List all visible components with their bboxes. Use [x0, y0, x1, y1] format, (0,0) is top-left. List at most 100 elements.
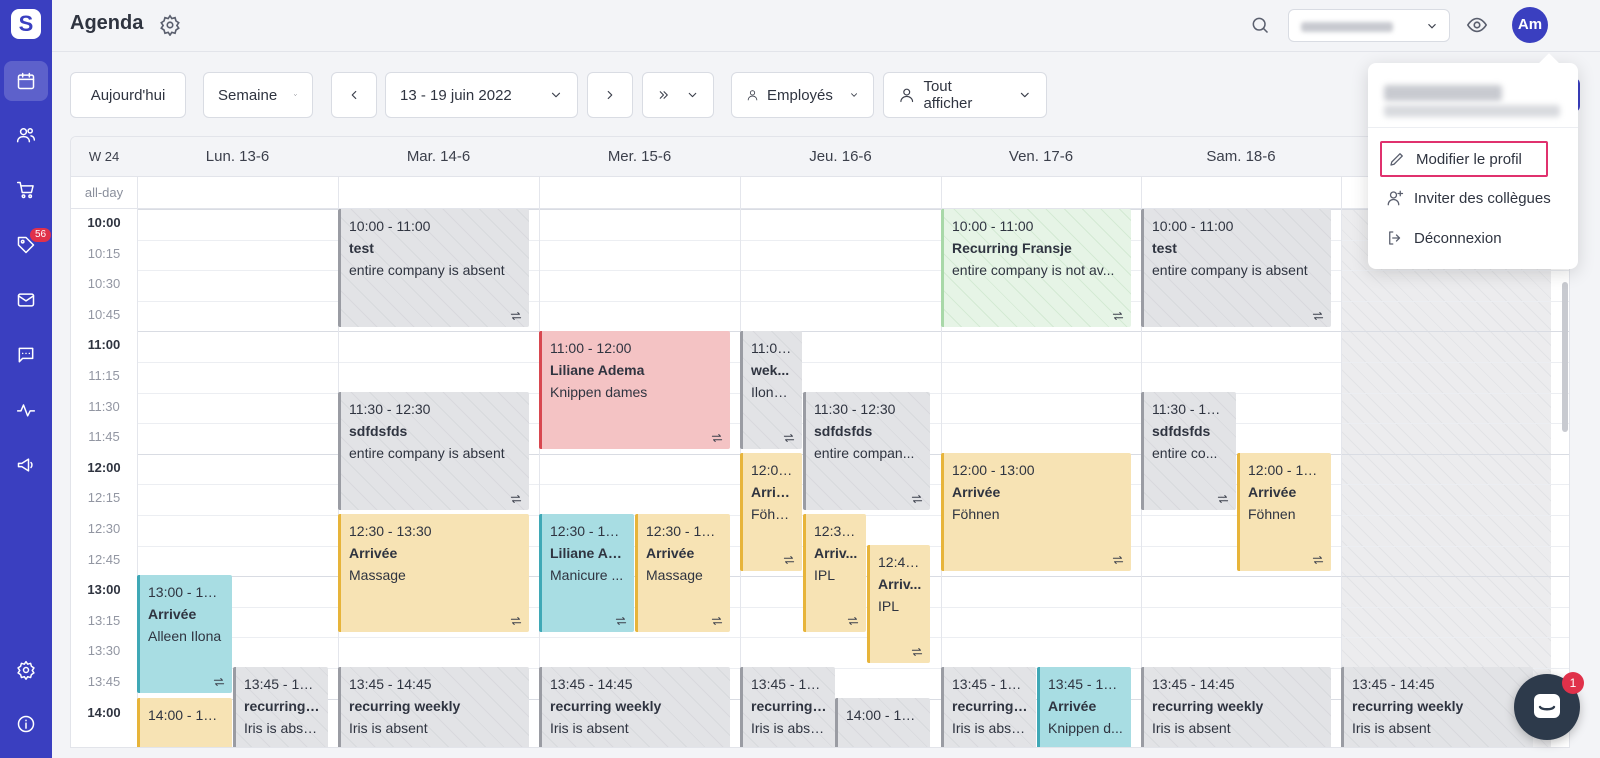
chevron-down-icon — [1021, 92, 1030, 98]
edit-profile-item[interactable]: Modifier le profil — [1380, 141, 1548, 177]
event-title: recurring weekly — [550, 698, 662, 714]
day-header-fri[interactable]: Ven. 17-6 — [941, 137, 1141, 177]
show-filter[interactable]: Tout afficher — [883, 72, 1047, 118]
view-select[interactable]: Semaine — [203, 72, 313, 118]
support-chat-button[interactable]: 1 — [1514, 672, 1584, 740]
calendar-scrollbar[interactable] — [1562, 282, 1568, 432]
event-title: recurring weekly — [1352, 698, 1464, 714]
event-time: 12:30 - 13:30 — [349, 523, 432, 539]
calendar-event[interactable]: 13:45 - 14:45 recurring ... Iris is abse… — [941, 667, 1036, 747]
event-description: Ilona ... — [751, 384, 794, 400]
sidebar-item-mail[interactable] — [4, 280, 48, 320]
pencil-icon — [1390, 153, 1403, 166]
day-header-tue[interactable]: Mar. 14-6 — [338, 137, 539, 177]
logout-item[interactable]: Déconnexion — [1380, 220, 1552, 256]
sidebar-item-promotions[interactable]: 56 — [4, 225, 52, 265]
event-time: 11:30 - 12:30 — [814, 401, 896, 417]
calendar-event[interactable]: 13:45 - 14:45 recurring weekly Iris is a… — [1341, 667, 1533, 747]
next-week-button[interactable] — [587, 72, 633, 118]
calendar-event[interactable]: 12:00... Arriv... Föhnen — [740, 453, 802, 571]
calendar-event[interactable]: 12:45... Arriv... IPL — [867, 545, 930, 663]
calendar-event[interactable]: 13:45 - 14:45 recurring weekly Iris is a… — [539, 667, 730, 747]
agenda-settings-icon[interactable] — [159, 14, 181, 37]
calendar-event[interactable]: 11:30 - 12:30 sdfdsfds entire company is… — [338, 392, 529, 510]
time-label: 11:30 — [88, 398, 120, 414]
calendar-event[interactable]: 12:30 - 13:30 Liliane Ad... Manicure ... — [539, 514, 634, 632]
employees-filter[interactable]: Employés — [731, 72, 874, 118]
calendar-event[interactable]: 13:45 - 14:45 recurring ... Iris is abse… — [740, 667, 835, 747]
date-range-label: 13 - 19 juin 2022 — [400, 86, 512, 104]
event-title: test — [1152, 240, 1177, 256]
event-title: sdfdsfds — [349, 423, 408, 439]
calendar-event[interactable]: 14:00 - 15:00 — [137, 698, 232, 747]
calendar-event[interactable]: 11:30 - 12:30 sdfdsfds entire compan... — [803, 392, 930, 510]
sidebar-item-marketing[interactable] — [4, 445, 48, 485]
event-title: recurring ... — [952, 698, 1028, 714]
calendar-event[interactable]: 10:00 - 11:00 Recurring Fransje entire c… — [941, 209, 1131, 327]
time-label: 10:45 — [87, 306, 121, 322]
calendar-event[interactable]: 14:00 - 15:00 — [835, 698, 930, 747]
calendar-event[interactable]: 12:00 - 13:00 Arrivée Föhnen — [1237, 453, 1331, 571]
profile-user-name — [1384, 85, 1502, 101]
profile-menu: Modifier le profil Inviter des collègues… — [1368, 63, 1578, 269]
calendar-event[interactable]: 11:00 ... wek... Ilona ... — [740, 331, 802, 449]
event-title: recurring ... — [244, 698, 320, 714]
eye-icon[interactable] — [1466, 14, 1488, 36]
calendar-event[interactable]: 12:30 - 13:30 Arrivée Massage — [338, 514, 529, 632]
calendar-event[interactable]: 13:45 - 14:45 recurring weekly Iris is a… — [1141, 667, 1331, 747]
employees-filter-label: Employés — [767, 86, 833, 104]
sidebar-item-info[interactable] — [4, 704, 48, 744]
event-time: 13:45 - 14:45 — [952, 676, 1028, 692]
users-icon — [16, 127, 36, 143]
calendar-event[interactable]: 13:45 - 14:45 Arrivée Knippen d... — [1037, 667, 1131, 747]
event-time: 11:30 - 12:30 — [1152, 401, 1228, 417]
time-label: 12:30 — [87, 521, 121, 536]
calendar-event[interactable]: 12:30 - 13:30 Arrivée Massage — [635, 514, 730, 632]
calendar-event[interactable]: 13:00 - 14:00 Arrivée Alleen Ilona — [137, 575, 232, 693]
event-title: Arriv... — [878, 576, 922, 592]
sidebar-item-agenda[interactable] — [4, 61, 48, 101]
event-time: 12:00 - 13:00 — [1248, 462, 1323, 478]
calendar-event[interactable]: 10:00 - 11:00 test entire company is abs… — [338, 209, 529, 327]
day-header-wed[interactable]: Mer. 15-6 — [539, 137, 740, 177]
grid-line — [137, 331, 1569, 333]
user-select[interactable] — [1288, 9, 1450, 42]
event-title: sdfdsfds — [1152, 423, 1211, 439]
calendar-event[interactable]: 13:45 - 14:45 recurring weekly Iris is a… — [338, 667, 529, 747]
day-header-sat[interactable]: Sam. 18-6 — [1141, 137, 1341, 177]
sidebar-item-settings[interactable] — [4, 650, 48, 690]
chat-icon — [18, 347, 34, 363]
topbar: Agenda Am — [52, 0, 1600, 52]
sidebar-item-shop[interactable] — [4, 170, 48, 210]
profile-user-email — [1384, 105, 1560, 117]
event-title: Arrivée — [1048, 698, 1097, 714]
time-label: 12:45 — [87, 551, 121, 567]
calendar-event[interactable]: 11:30 - 12:30 sdfdsfds entire co... — [1141, 392, 1236, 510]
calendar-event[interactable]: 12:00 - 13:00 Arrivée Föhnen — [941, 453, 1131, 571]
search-icon[interactable] — [1250, 15, 1270, 35]
sidebar-item-activity[interactable] — [4, 390, 48, 430]
repeat-icon — [710, 431, 724, 445]
jump-select[interactable] — [642, 72, 714, 118]
calendar-event[interactable]: 11:00 - 12:00 Liliane Adema Knippen dame… — [539, 331, 730, 449]
repeat-icon — [614, 614, 628, 628]
time-label: 10:00 — [87, 215, 121, 230]
sidebar-item-messages[interactable] — [4, 335, 48, 375]
sidebar-item-clients[interactable] — [4, 115, 48, 155]
today-button[interactable]: Aujourd'hui — [70, 72, 186, 118]
calendar-event[interactable]: 13:45 - 14:45 recurring ... Iris is abse… — [233, 667, 328, 747]
invite-colleagues-item[interactable]: Inviter des collègues — [1380, 180, 1570, 216]
calendar-event[interactable]: 10:00 - 11:00 test entire company is abs… — [1141, 209, 1331, 327]
app-logo[interactable]: S — [11, 9, 41, 39]
date-range-select[interactable]: 13 - 19 juin 2022 — [385, 72, 578, 118]
chevron-down-icon — [294, 94, 298, 96]
chevron-down-icon — [850, 93, 857, 97]
day-header-mon[interactable]: Lun. 13-6 — [137, 137, 338, 177]
calendar-event[interactable]: 12:30... Arriv... IPL — [803, 514, 866, 632]
prev-week-button[interactable] — [331, 72, 377, 118]
event-description: Föhnen — [952, 506, 1000, 522]
day-header-thu[interactable]: Jeu. 16-6 — [740, 137, 941, 177]
repeat-icon — [212, 675, 226, 689]
event-description: Knippen d... — [1048, 720, 1123, 736]
avatar[interactable]: Am — [1512, 7, 1548, 43]
